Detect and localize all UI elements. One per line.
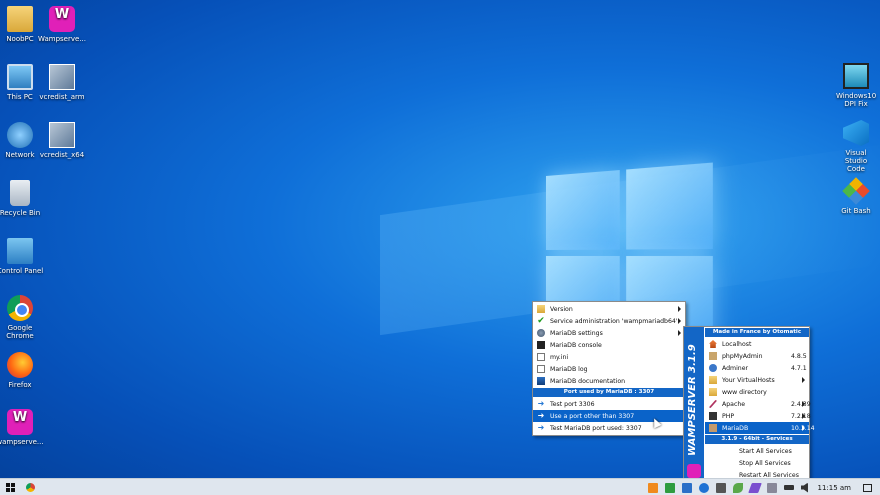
tray-display-icon[interactable] <box>682 483 692 493</box>
user-folder-icon <box>7 6 33 32</box>
network-icon <box>7 122 33 148</box>
chrome-icon <box>7 295 33 321</box>
file-icon <box>537 353 545 361</box>
menu-item-test-port[interactable]: ➜ Test port 3306 <box>533 398 685 410</box>
submenu-arrow-icon <box>678 330 681 336</box>
documentation-icon <box>537 377 545 385</box>
menu-item-service-administration[interactable]: ✔ Service administration 'wampmariadb64' <box>533 315 685 327</box>
menu-item-phpmyadmin[interactable]: phpMyAdmin 4.8.5 <box>705 350 809 362</box>
mariadb-submenu: Version ✔ Service administration 'wampma… <box>532 301 686 436</box>
menu-item-start-all-services[interactable]: Start All Services <box>705 445 809 457</box>
wamp-header: Made in France by Otomatic <box>705 328 809 337</box>
adminer-icon <box>709 364 717 372</box>
desktop-icon-vscode[interactable]: Visual Studio Code <box>826 120 880 173</box>
desktop-icon-wampserver[interactable]: Wampserve... <box>32 6 92 43</box>
php-icon <box>709 412 717 420</box>
menu-item-my-ini[interactable]: my.ini <box>533 351 685 363</box>
log-file-icon <box>537 365 545 373</box>
desktop-icon-wampserver-2[interactable]: wampserve... <box>0 409 50 446</box>
wampserver-icon <box>49 6 75 32</box>
port-header: Port used by MariaDB : 3307 <box>533 388 685 397</box>
menu-item-virtualhosts[interactable]: Your VirtualHosts <box>705 374 809 386</box>
menu-item-adminer[interactable]: Adminer 4.7.1 <box>705 362 809 374</box>
wampserver-menu: WAMPSERVER 3.1.9 Made in France by Otoma… <box>683 326 810 483</box>
mariadb-icon <box>709 424 717 432</box>
tray-wampserver-icon[interactable] <box>665 483 675 493</box>
menu-item-mariadb-log[interactable]: MariaDB log <box>533 363 685 375</box>
menu-item-apache[interactable]: Apache 2.4.39 <box>705 398 809 410</box>
firefox-icon <box>7 352 33 378</box>
submenu-arrow-icon <box>802 425 805 431</box>
chrome-icon <box>26 483 35 492</box>
installer-icon <box>49 64 75 90</box>
arrow-right-icon: ➜ <box>537 412 545 420</box>
bluetooth-icon[interactable] <box>699 483 709 493</box>
control-panel-icon <box>7 238 33 264</box>
menu-item-use-other-port[interactable]: ➜ Use a port other than 3307 <box>533 410 685 422</box>
apache-feather-icon <box>709 400 717 408</box>
console-icon <box>537 341 545 349</box>
submenu-arrow-icon <box>802 413 805 419</box>
vscode-icon <box>843 120 869 146</box>
menu-item-mariadb-settings[interactable]: MariaDB settings <box>533 327 685 339</box>
arrow-right-icon: ➜ <box>537 424 545 432</box>
installer-icon <box>49 122 75 148</box>
home-icon <box>709 340 717 348</box>
desktop-icon-vcredist-x64[interactable]: vcredist_x64 <box>32 122 92 159</box>
submenu-arrow-icon <box>678 306 681 312</box>
windows-start-icon <box>6 483 15 492</box>
desktop-icon-google-chrome[interactable]: Google Chrome <box>0 295 50 340</box>
wampserver-logo-icon <box>687 464 701 478</box>
start-button[interactable] <box>0 479 20 495</box>
submenu-arrow-icon <box>678 318 681 324</box>
tray-tool-icon[interactable] <box>716 483 726 493</box>
taskbar: 11:15 am <box>0 478 880 495</box>
dpi-fix-icon <box>843 63 869 89</box>
taskbar-clock[interactable]: 11:15 am <box>817 484 851 492</box>
wampserver-icon <box>7 409 33 435</box>
desktop-icon-vcredist-arm[interactable]: vcredist_arm <box>32 64 92 101</box>
tray-leaf-icon[interactable] <box>733 483 743 493</box>
menu-item-stop-all-services[interactable]: Stop All Services <box>705 457 809 469</box>
submenu-arrow-icon <box>802 401 805 407</box>
system-tray: 11:15 am <box>644 479 880 495</box>
network-tray-icon[interactable] <box>767 483 777 493</box>
settings-icon <box>537 329 545 337</box>
menu-item-mariadb-console[interactable]: MariaDB console <box>533 339 685 351</box>
wampserver-sidebar: WAMPSERVER 3.1.9 <box>684 327 704 482</box>
tray-app-icon[interactable] <box>648 483 658 493</box>
phpmyadmin-icon <box>709 352 717 360</box>
desktop-icon-dpi-fix[interactable]: Windows10 DPI Fix <box>826 63 880 108</box>
pen-icon[interactable] <box>748 483 762 493</box>
checkmark-icon: ✔ <box>537 317 545 325</box>
menu-item-test-mariadb-port[interactable]: ➜ Test MariaDB port used: 3307 <box>533 422 685 434</box>
desktop-icon-control-panel[interactable]: Control Panel <box>0 238 50 275</box>
git-bash-icon <box>842 177 870 205</box>
menu-item-www-directory[interactable]: www directory <box>705 386 809 398</box>
folder-icon <box>709 388 717 396</box>
volume-icon[interactable] <box>801 483 808 493</box>
menu-item-localhost[interactable]: Localhost <box>705 338 809 350</box>
taskbar-chrome[interactable] <box>20 479 40 495</box>
battery-icon[interactable] <box>784 485 794 490</box>
desktop-icon-firefox[interactable]: Firefox <box>0 352 50 389</box>
services-header: 3.1.9 - 64bit - Services <box>705 435 809 444</box>
this-pc-icon <box>7 64 33 90</box>
recycle-bin-icon <box>10 180 30 206</box>
menu-item-mariadb-documentation[interactable]: MariaDB documentation <box>533 375 685 387</box>
menu-item-mariadb[interactable]: MariaDB 10.3.14 <box>705 422 809 434</box>
menu-item-php[interactable]: PHP 7.2.18 <box>705 410 809 422</box>
desktop-icon-recycle-bin[interactable]: Recycle Bin <box>0 180 50 217</box>
folder-icon <box>709 376 717 384</box>
version-icon <box>537 305 545 313</box>
notifications-icon[interactable] <box>863 484 872 492</box>
menu-item-version[interactable]: Version <box>533 303 685 315</box>
submenu-arrow-icon <box>802 377 805 383</box>
desktop-icon-git-bash[interactable]: Git Bash <box>826 178 880 215</box>
arrow-right-icon: ➜ <box>537 400 545 408</box>
